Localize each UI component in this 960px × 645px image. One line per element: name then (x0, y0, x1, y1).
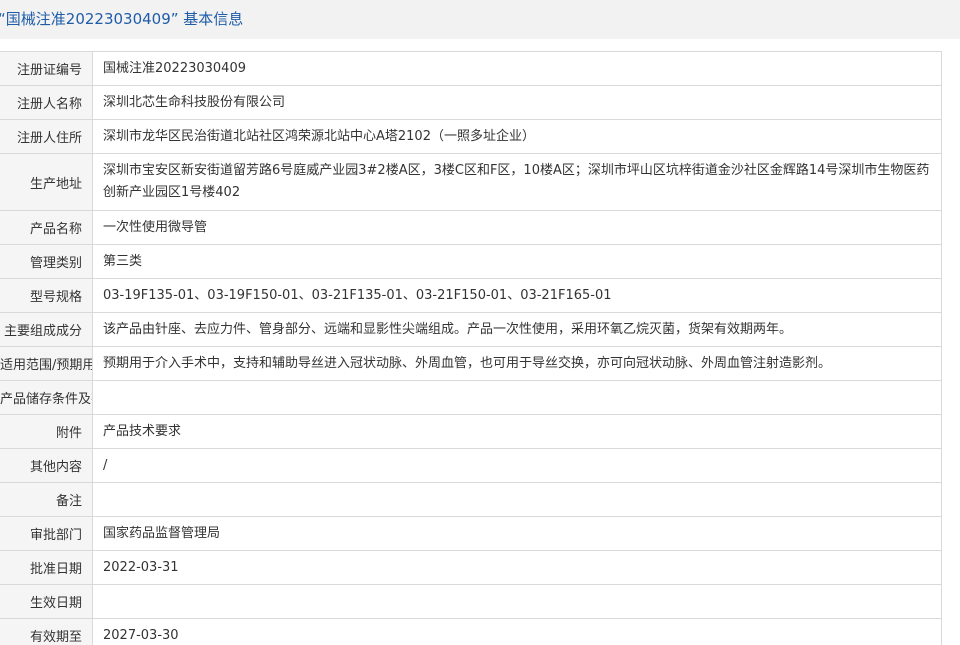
row-value: 2022-03-31 (92, 550, 942, 585)
table-row: 产品储存条件及有效期 (0, 380, 942, 415)
table-row: 注册证编号 国械注准20223030409 (0, 51, 942, 86)
table-row: 适用范围/预期用途预期用于介入手术中，支持和辅助导丝进入冠状动脉、外周血管，也可… (0, 346, 942, 381)
row-value: 产品技术要求 (92, 414, 942, 449)
row-value: / (92, 448, 942, 483)
row-label: 审批部门 (0, 516, 93, 551)
row-value: 预期用于介入手术中，支持和辅助导丝进入冠状动脉、外周血管，也可用于导丝交换，亦可… (92, 346, 942, 381)
table-row: 注册人住所 深圳市龙华区民治街道北站社区鸿荣源北站中心A塔2102（一照多址企业） (0, 119, 942, 154)
row-value: 一次性使用微导管 (92, 210, 942, 245)
row-label: 其他内容 (0, 448, 93, 483)
info-table: 注册证编号 国械注准20223030409 注册人名称 深圳北芯生命科技股份有限公司注… (0, 51, 942, 645)
row-value: 03-19F135-01、03-19F150-01、03-21F135-01、0… (92, 278, 942, 313)
table-row: 管理类别 第三类 (0, 244, 942, 279)
table-row: 其他内容 / (0, 448, 942, 483)
info-table-body: 注册证编号 国械注准20223030409 注册人名称 深圳北芯生命科技股份有限公司注… (0, 51, 942, 645)
page-title: “国械注准20223030409” 基本信息 (0, 10, 244, 28)
row-value: 国家药品监督管理局 (92, 516, 942, 551)
row-label: 型号规格 (0, 278, 93, 313)
row-value: 深圳市宝安区新安街道留芳路6号庭威产业园3#2楼A区，3楼C区和F区，10楼A区… (92, 153, 942, 211)
row-label: 附件 (0, 414, 93, 449)
row-label: 备注 (0, 482, 93, 517)
table-row: 产品名称 一次性使用微导管 (0, 210, 942, 245)
table-row: 备注 (0, 482, 942, 517)
table-row: 注册人名称 深圳北芯生命科技股份有限公司 (0, 85, 942, 120)
row-label: 注册人住所 (0, 119, 93, 154)
row-label: 产品储存条件及有效期 (0, 380, 93, 415)
table-row: 生效日期 (0, 584, 942, 619)
row-value: 国械注准20223030409 (92, 51, 942, 86)
row-label: 生效日期 (0, 584, 93, 619)
row-label: 注册人名称 (0, 85, 93, 120)
table-row: 主要组成成分 该产品由针座、去应力件、管身部分、远端和显影性尖端组成。产品一次性使… (0, 312, 942, 347)
table-row: 批准日期 2022-03-31 (0, 550, 942, 585)
row-label: 有效期至 (0, 618, 93, 645)
row-value: 第三类 (92, 244, 942, 279)
row-value: 该产品由针座、去应力件、管身部分、远端和显影性尖端组成。产品一次性使用，采用环氧… (92, 312, 942, 347)
row-value (92, 482, 942, 517)
row-label: 适用范围/预期用途 (0, 346, 93, 381)
row-label: 注册证编号 (0, 51, 93, 86)
table-row: 生产地址 深圳市宝安区新安街道留芳路6号庭威产业园3#2楼A区，3楼C区和F区，1… (0, 153, 942, 211)
table-row: 有效期至 2027-03-30 (0, 618, 942, 645)
row-label: 管理类别 (0, 244, 93, 279)
info-table-container: 注册证编号 国械注准20223030409 注册人名称 深圳北芯生命科技股份有限公司注… (0, 51, 943, 645)
row-value (92, 584, 942, 619)
title-bar: “国械注准20223030409” 基本信息 (0, 0, 960, 39)
table-row: 型号规格 03-19F135-01、03-19F150-01、03-21F135-… (0, 278, 942, 313)
table-row: 审批部门 国家药品监督管理局 (0, 516, 942, 551)
row-value: 2027-03-30 (92, 618, 942, 645)
table-row: 附件 产品技术要求 (0, 414, 942, 449)
row-value: 深圳市龙华区民治街道北站社区鸿荣源北站中心A塔2102（一照多址企业） (92, 119, 942, 154)
row-label: 产品名称 (0, 210, 93, 245)
row-label: 主要组成成分 (0, 312, 93, 347)
registration-detail-page: “国械注准20223030409” 基本信息 注册证编号 国械注准20223030… (0, 0, 960, 645)
row-value (92, 380, 942, 415)
row-label: 批准日期 (0, 550, 93, 585)
row-label: 生产地址 (0, 153, 93, 211)
row-value: 深圳北芯生命科技股份有限公司 (92, 85, 942, 120)
